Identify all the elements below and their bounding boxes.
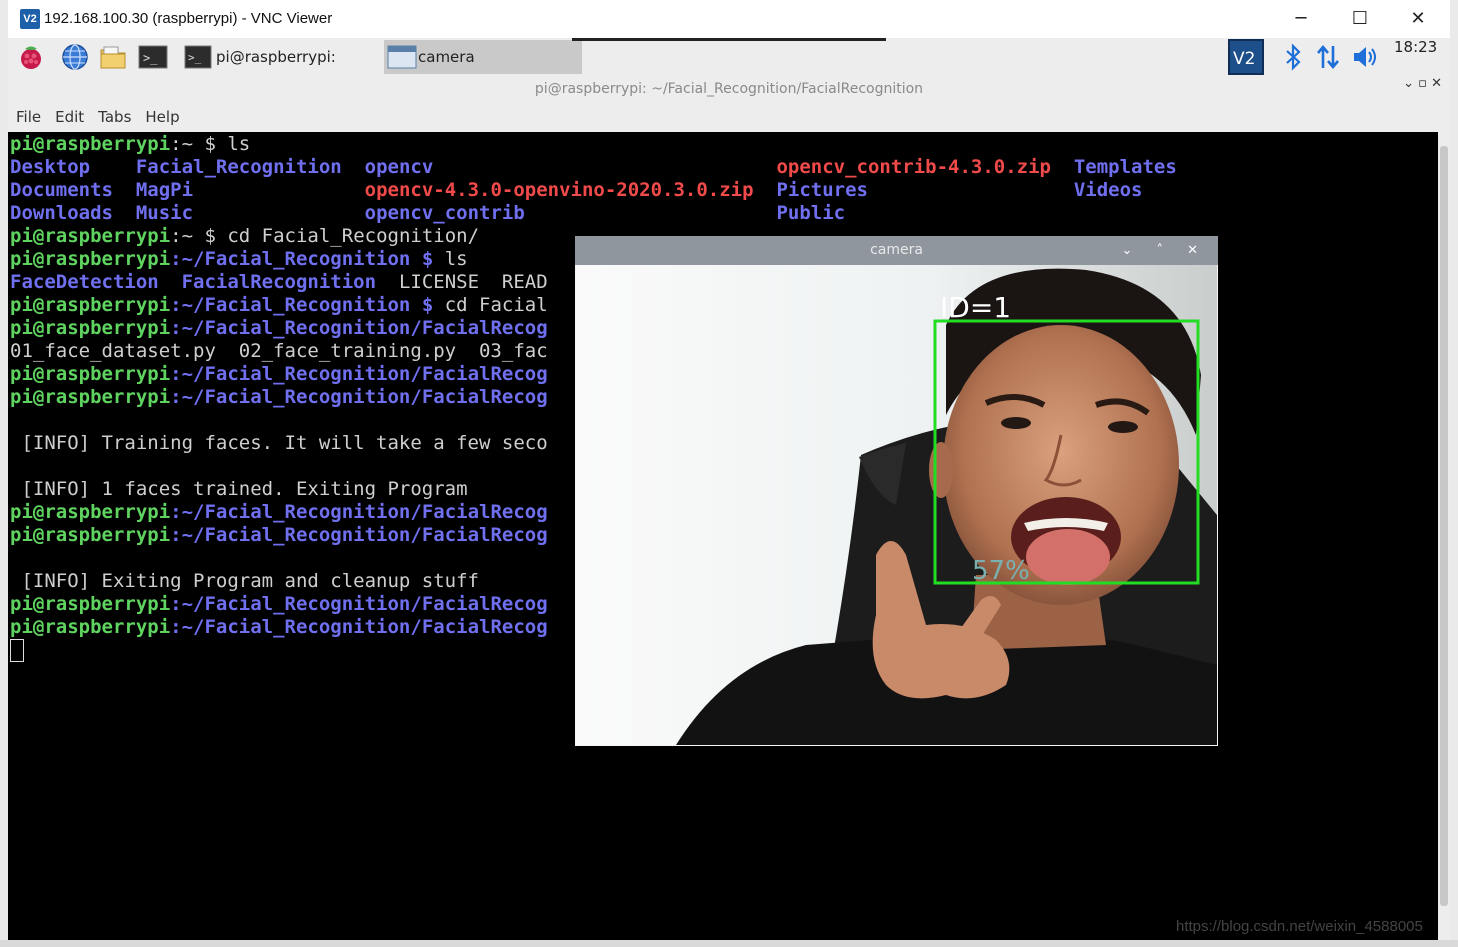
terminal-text: opencv-4.3.0-openvino-2020.3.0.zip [364,179,777,201]
terminal-text: pi@raspberrypi [10,133,171,155]
camera-titlebar[interactable]: camera ⌄ ˄ ✕ [575,236,1218,265]
terminal-text: pi@raspberrypi [10,317,171,339]
terminal-text: :~/Facial_Recognition/FacialRecog [170,524,548,546]
terminal-text: pi@raspberrypi [10,524,171,546]
terminal-text: :~/Facial_Recognition/FacialRecog [170,317,548,339]
camera-window-controls[interactable]: ⌄ ˄ ✕ [1121,236,1208,265]
window-task-icon [387,45,417,69]
terminal-line: Downloads Music opencv_contrib Public [10,202,1177,225]
close-button[interactable]: ✕ [1389,0,1447,38]
terminal-text: :~/Facial_Recognition $ [170,248,445,270]
volume-icon[interactable] [1350,42,1380,72]
terminal-text: opencv_contrib-4.3.0.zip [776,156,1074,178]
menu-help[interactable]: Help [137,102,185,126]
camera-feed: ID=1 57% [576,265,1217,745]
terminal-text: pi@raspberrypi [10,386,171,408]
raspberry-menu-icon[interactable] [16,42,46,72]
terminal-text: pi@raspberrypi [10,616,171,638]
terminal-text: :~/Facial_Recognition/FacialRecog [170,363,548,385]
svg-text:>_: >_ [143,51,158,65]
terminal-window-title: pi@raspberrypi: ~/Facial_Recognition/Fac… [534,81,924,97]
terminal-line: Documents MagPi opencv-4.3.0-openvino-20… [10,179,1177,202]
terminal-text: pi@raspberrypi [10,501,171,523]
taskbar-camera-task[interactable]: camera [384,40,582,74]
terminal-text: [INFO] Training faces. It will take a fe… [10,432,548,454]
confidence-label: 57% [972,556,1030,586]
network-icon[interactable] [1313,42,1343,72]
terminal-text: :~ $ [170,225,228,247]
terminal-text: Templates [1073,156,1177,178]
pi-taskbar: >_ >_ pi@raspberrypi: ~/Fa… camera V2 18… [8,38,1450,100]
taskbar-terminal-task[interactable]: >_ pi@raspberrypi: ~/Fa… [180,40,384,100]
bluetooth-icon[interactable] [1278,42,1308,72]
terminal-text: Music [135,202,365,224]
terminal-text: pi@raspberrypi [10,225,171,247]
terminal-window-controls[interactable]: ⌄ ▫ ✕ [1403,76,1442,91]
terminal-text: pi@raspberrypi [10,248,171,270]
host-taskbar-strip [0,940,1458,947]
terminal-text: pi@raspberrypi [10,294,171,316]
terminal-text: Desktop [10,156,136,178]
vnc-titlebar: V2 192.168.100.30 (raspberrypi) - VNC Vi… [8,0,1450,39]
terminal-text: :~ $ [170,133,228,155]
terminal-text: :~/Facial_Recognition/FacialRecog [170,386,548,408]
terminal-scrollbar[interactable] [1438,132,1450,940]
file-manager-icon[interactable] [98,42,128,72]
terminal-text: cd Facial [444,294,548,316]
terminal-text: Downloads [10,202,136,224]
terminal-text: :~/Facial_Recognition/FacialRecog [170,593,548,615]
camera-window[interactable]: camera ⌄ ˄ ✕ ID=1 57% [575,236,1218,746]
terminal-text: ls [227,133,251,155]
minimize-button[interactable]: ─ [1272,0,1330,38]
taskbar-divider [572,38,886,41]
terminal-text: FacialRecognition [181,271,399,293]
terminal-text: Public [776,202,846,224]
terminal-menubar: File Edit Tabs Help [8,102,1450,132]
terminal-text: :~/Facial_Recognition/FacialRecog [170,616,548,638]
terminal-text: cd Facial_Recognition/ [227,225,480,247]
camera-task-label: camera [418,48,475,66]
web-browser-icon[interactable] [60,42,90,72]
terminal-line: Desktop Facial_Recognition opencv opencv… [10,156,1177,179]
camera-frame-image: ID=1 57% [576,265,1217,745]
terminal-cursor[interactable] [10,639,24,662]
terminal-scrollbar-thumb[interactable] [1440,146,1448,906]
terminal-launcher-icon[interactable]: >_ [138,42,168,72]
terminal-text: FaceDetection [10,271,182,293]
terminal-text: pi@raspberrypi [10,593,171,615]
svg-text:>_: >_ [188,51,202,64]
maximize-button[interactable]: ☐ [1331,0,1389,38]
terminal-text: Pictures [776,179,1074,201]
terminal-text: [INFO] 1 faces trained. Exiting Program [10,478,468,500]
svg-text:V2: V2 [1233,49,1255,69]
terminal-text: pi@raspberrypi [10,363,171,385]
terminal-text: :~/Facial_Recognition/FacialRecog [170,501,548,523]
terminal-text: ls [444,248,468,270]
terminal-text: opencv_contrib [364,202,777,224]
camera-window-title: camera [870,242,923,258]
terminal-line: pi@raspberrypi:~ $ ls [10,133,1177,156]
terminal-text: [INFO] Exiting Program and cleanup stuff [10,570,479,592]
vnc-viewer-icon: V2 [20,9,40,29]
vnc-window-title: 192.168.100.30 (raspberrypi) - VNC Viewe… [44,10,333,27]
menu-tabs[interactable]: Tabs [90,102,137,126]
terminal-text: Documents [10,179,136,201]
terminal-text: Videos [1073,179,1143,201]
terminal-task-icon: >_ [184,45,212,69]
clock: 18:23 [1394,38,1438,56]
watermark: https://blog.csdn.net/weixin_4588005 [1176,918,1423,935]
menu-edit[interactable]: Edit [47,102,90,126]
terminal-titlebar: pi@raspberrypi: ~/Facial_Recognition/Fac… [8,76,1450,102]
terminal-text: Facial_Recognition [135,156,365,178]
terminal-text: MagPi [135,179,365,201]
terminal-text: LICENSE READ [398,271,548,293]
terminal-text: opencv [364,156,777,178]
vnc-server-icon[interactable]: V2 [1228,39,1264,75]
menu-file[interactable]: File [8,102,47,126]
face-id-label: ID=1 [940,291,1011,324]
terminal-text: :~/Facial_Recognition $ [170,294,445,316]
